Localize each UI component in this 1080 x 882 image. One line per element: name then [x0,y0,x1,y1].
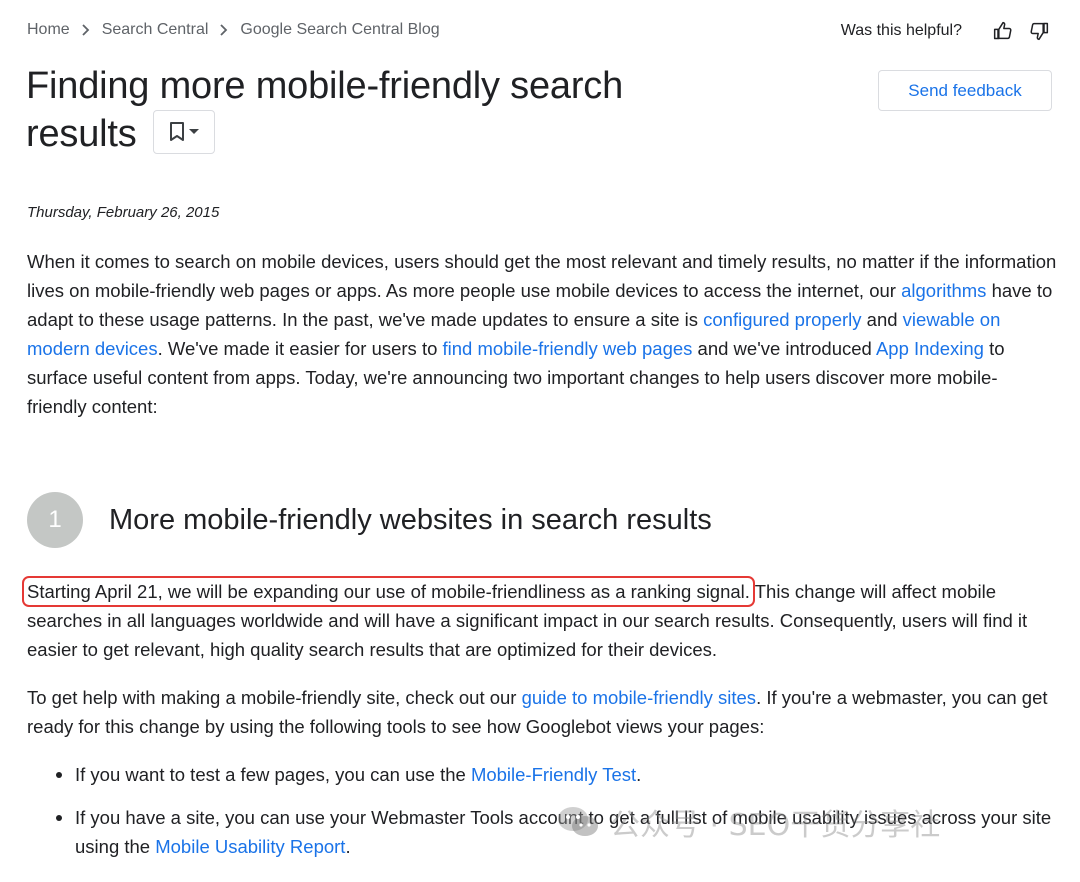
page-title-line2: results [26,113,137,155]
bookmark-button[interactable] [152,109,215,154]
link-configured-properly[interactable]: configured properly [703,309,861,330]
page-title-line1: Finding more mobile-friendly search [26,65,624,107]
list-item: If you have a site, you can use your Web… [56,803,1057,861]
breadcrumb-search-central[interactable]: Search Central [102,21,209,39]
breadcrumb-home[interactable]: Home [27,21,70,39]
link-guide-mobile-friendly[interactable]: guide to mobile-friendly sites [522,687,756,708]
link-mobile-usability-report[interactable]: Mobile Usability Report [155,836,345,857]
intro-text: and [861,309,903,330]
list-item-end: . [636,764,642,785]
section-heading: More mobile-friendly websites in search … [109,503,712,536]
link-app-indexing[interactable]: App Indexing [876,338,984,359]
helpful-label: Was this helpful? [840,22,962,39]
caret-down-icon [188,128,199,134]
list-item-text: If you want to test a few pages, you can… [75,764,471,785]
helpful-widget: Was this helpful? [841,20,1050,42]
intro-text: . We've made it easier for users to [157,338,443,359]
section-1-paragraph: Starting April 21, we will be expanding … [22,576,1057,664]
list-item-end: . [345,836,351,857]
help-paragraph: To get help with making a mobile-friendl… [27,683,1057,741]
breadcrumb: Home Search Central Google Search Centra… [27,21,440,39]
page-title: Finding more mobile-friendly search resu… [26,62,726,158]
step-number-badge: 1 [27,492,83,548]
link-mobile-friendly-test[interactable]: Mobile-Friendly Test [471,764,636,785]
section-1-header: 1 More mobile-friendly websites in searc… [27,492,712,548]
intro-text: and we've introduced [692,338,876,359]
post-date: Thursday, February 26, 2015 [27,204,220,221]
chevron-right-icon [70,21,102,39]
send-feedback-button[interactable]: Send feedback [878,70,1052,111]
tools-list: If you want to test a few pages, you can… [27,760,1057,875]
intro-paragraph: When it comes to search on mobile device… [27,247,1057,421]
help-text: To get help with making a mobile-friendl… [27,687,522,708]
highlighted-sentence: Starting April 21, we will be expanding … [22,576,755,607]
link-find-mobile-friendly[interactable]: find mobile-friendly web pages [443,338,693,359]
list-item: If you want to test a few pages, you can… [56,760,1057,789]
thumb-up-icon[interactable] [992,20,1014,42]
top-bar: Home Search Central Google Search Centra… [0,0,1080,62]
thumb-down-icon[interactable] [1028,20,1050,42]
chevron-right-icon [208,21,240,39]
breadcrumb-blog[interactable]: Google Search Central Blog [240,21,439,39]
link-algorithms[interactable]: algorithms [901,280,986,301]
title-block: Finding more mobile-friendly search resu… [26,62,726,158]
bookmark-icon [169,121,184,141]
